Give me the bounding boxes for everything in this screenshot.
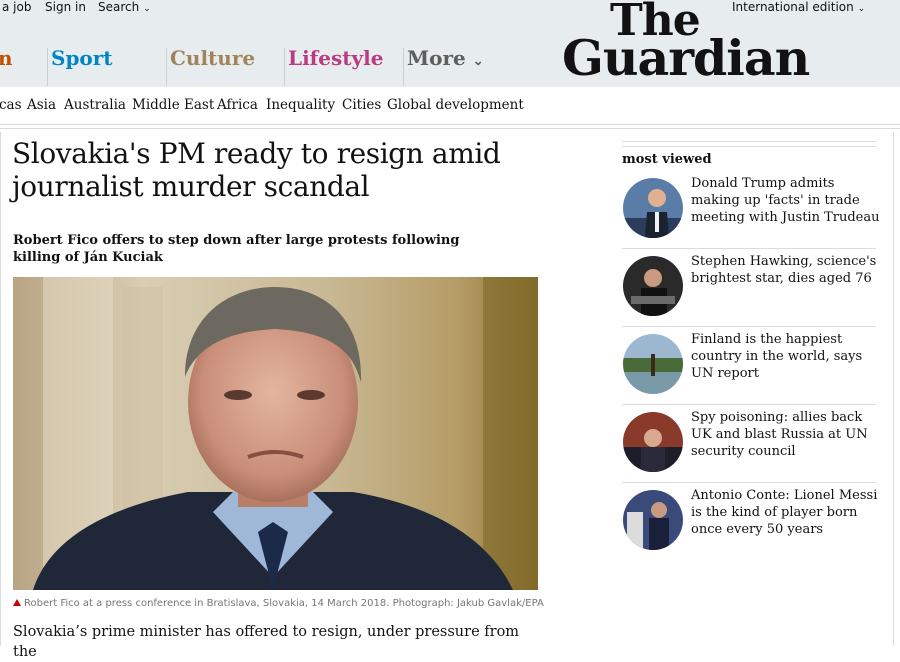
divider	[622, 326, 876, 327]
subnav-item[interactable]: Inequality	[266, 97, 335, 113]
pillar-sport[interactable]: Sport	[51, 46, 113, 70]
pillar-divider	[403, 48, 404, 86]
subnav-item[interactable]: Global development	[387, 97, 524, 113]
search-label: Search	[98, 0, 140, 14]
pillar-divider	[166, 48, 167, 86]
most-viewed-headline: Spy poisoning: allies back UK and blast …	[691, 410, 868, 459]
most-viewed-item[interactable]: Spy poisoning: allies back UK and blast …	[622, 404, 876, 482]
more-label: More	[407, 46, 466, 70]
divider	[893, 132, 894, 646]
most-viewed-headline: Donald Trump admits making up 'facts' in…	[691, 176, 880, 225]
divider	[622, 482, 876, 483]
logo-line2: Guardian	[562, 29, 810, 87]
subnav-item[interactable]: cas	[0, 97, 22, 113]
most-viewed-headline: Antonio Conte: Lionel Messi is the kind …	[691, 488, 878, 537]
thumbnail-image	[623, 334, 683, 394]
guardian-logo[interactable]: The Guardian	[562, 0, 814, 84]
search-link[interactable]: Search ⌄	[98, 0, 151, 14]
masthead: a job Sign in Search ⌄ International edi…	[0, 0, 900, 87]
most-viewed-item[interactable]: Stephen Hawking, science's brightest sta…	[622, 248, 876, 326]
most-viewed-title: most viewed	[622, 152, 712, 167]
most-viewed-headline: Stephen Hawking, science's brightest sta…	[691, 254, 877, 286]
most-viewed-item[interactable]: Finland is the happiest country in the w…	[622, 326, 876, 404]
divider	[622, 248, 876, 249]
thumbnail-image	[623, 412, 683, 472]
pillar-divider	[47, 48, 48, 86]
most-viewed-item[interactable]: Antonio Conte: Lionel Messi is the kind …	[622, 482, 877, 560]
thumbnail-image	[623, 256, 683, 316]
pillar-culture[interactable]: Culture	[170, 46, 255, 70]
pillar-divider	[284, 48, 285, 86]
divider	[0, 132, 1, 646]
thumbnail-image	[623, 490, 683, 550]
caption-text: Robert Fico at a press conference in Bra…	[24, 598, 544, 609]
divider	[0, 128, 900, 129]
jobs-link[interactable]: a job	[2, 0, 31, 14]
subnav-item[interactable]: Middle East	[132, 97, 214, 113]
chevron-down-icon: ⌄	[143, 4, 151, 14]
thumbnail-image	[623, 178, 683, 238]
chevron-down-icon: ⌄	[472, 54, 484, 69]
article-body: Slovakia’s prime minister has offered to…	[13, 624, 520, 660]
signin-link[interactable]: Sign in	[45, 0, 86, 14]
subnav-item[interactable]: Cities	[342, 97, 381, 113]
divider	[622, 146, 876, 147]
caption-triangle-icon	[13, 599, 21, 606]
article-headline: Slovakia's PM ready to resign amid journ…	[12, 137, 501, 203]
sub-navigation: cas Asia Australia Middle East Africa In…	[0, 87, 900, 125]
divider	[622, 141, 876, 142]
article-main-image	[13, 277, 538, 590]
image-caption: Robert Fico at a press conference in Bra…	[13, 598, 544, 609]
divider	[622, 404, 876, 405]
chevron-down-icon: ⌄	[857, 4, 866, 14]
most-viewed-headline: Finland is the happiest country in the w…	[691, 332, 863, 381]
subnav-item[interactable]: Asia	[27, 97, 56, 113]
most-viewed-item[interactable]: Donald Trump admits making up 'facts' in…	[622, 170, 879, 248]
subnav-item[interactable]: Africa	[217, 97, 258, 113]
pillar-more[interactable]: More ⌄	[407, 46, 484, 70]
subnav-item[interactable]: Australia	[64, 97, 126, 113]
article-standfirst: Robert Fico offers to step down after la…	[13, 233, 460, 265]
pillar-opinion[interactable]: n	[0, 46, 13, 70]
pillar-lifestyle[interactable]: Lifestyle	[288, 46, 383, 70]
